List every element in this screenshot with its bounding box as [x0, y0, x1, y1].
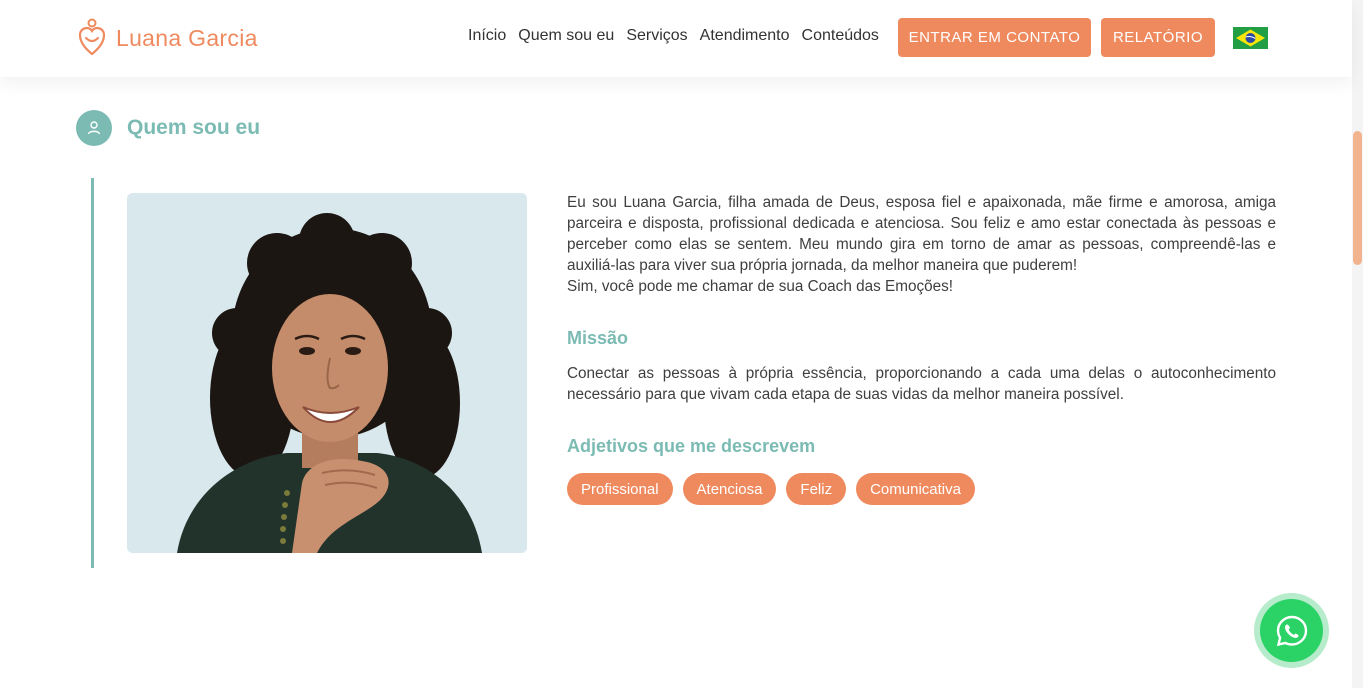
tag-comunicativa: Comunicativa: [856, 473, 975, 505]
logo[interactable]: Luana Garcia: [78, 18, 258, 58]
nav-atendimento[interactable]: Atendimento: [700, 27, 790, 45]
mission-text: Conectar as pessoas à própria essência, …: [567, 365, 1276, 403]
bio-tagline: Sim, você pode me chamar de sua Coach da…: [567, 278, 954, 295]
page-scrollbar[interactable]: [1352, 0, 1363, 688]
whatsapp-icon: [1276, 615, 1307, 646]
heart-person-icon: [78, 18, 106, 56]
logo-text: Luana Garcia: [116, 24, 258, 51]
about-content: Eu sou Luana Garcia, filha amada de Deus…: [567, 192, 1276, 505]
tag-profissional: Profissional: [567, 473, 673, 505]
brazil-flag-icon[interactable]: [1233, 27, 1268, 49]
bio-paragraph: Eu sou Luana Garcia, filha amada de Deus…: [567, 194, 1276, 274]
site-header: Luana Garcia Início Quem sou eu Serviços…: [0, 0, 1352, 77]
scrollbar-thumb[interactable]: [1353, 131, 1362, 265]
contact-button[interactable]: ENTRAR EM CONTATO: [898, 18, 1091, 57]
adjective-tags: Profissional Atenciosa Feliz Comunicativ…: [567, 473, 1276, 505]
tag-feliz: Feliz: [786, 473, 847, 505]
whatsapp-button[interactable]: [1260, 599, 1323, 662]
tag-atenciosa: Atenciosa: [682, 473, 777, 505]
section-title: Quem sou eu: [127, 116, 261, 139]
profile-photo: [127, 193, 527, 553]
section-divider-line: [91, 178, 94, 568]
user-icon: [76, 110, 112, 146]
nav-inicio[interactable]: Início: [468, 27, 506, 45]
report-button[interactable]: RELATÓRIO: [1101, 18, 1215, 57]
adjectives-title: Adjetivos que me descrevem: [567, 436, 816, 456]
main-nav: Início Quem sou eu Serviços Atendimento …: [468, 27, 879, 45]
nav-quem-sou-eu[interactable]: Quem sou eu: [518, 27, 614, 45]
nav-conteudos[interactable]: Conteúdos: [802, 27, 879, 45]
nav-servicos[interactable]: Serviços: [626, 27, 687, 45]
mission-title: Missão: [567, 328, 629, 348]
